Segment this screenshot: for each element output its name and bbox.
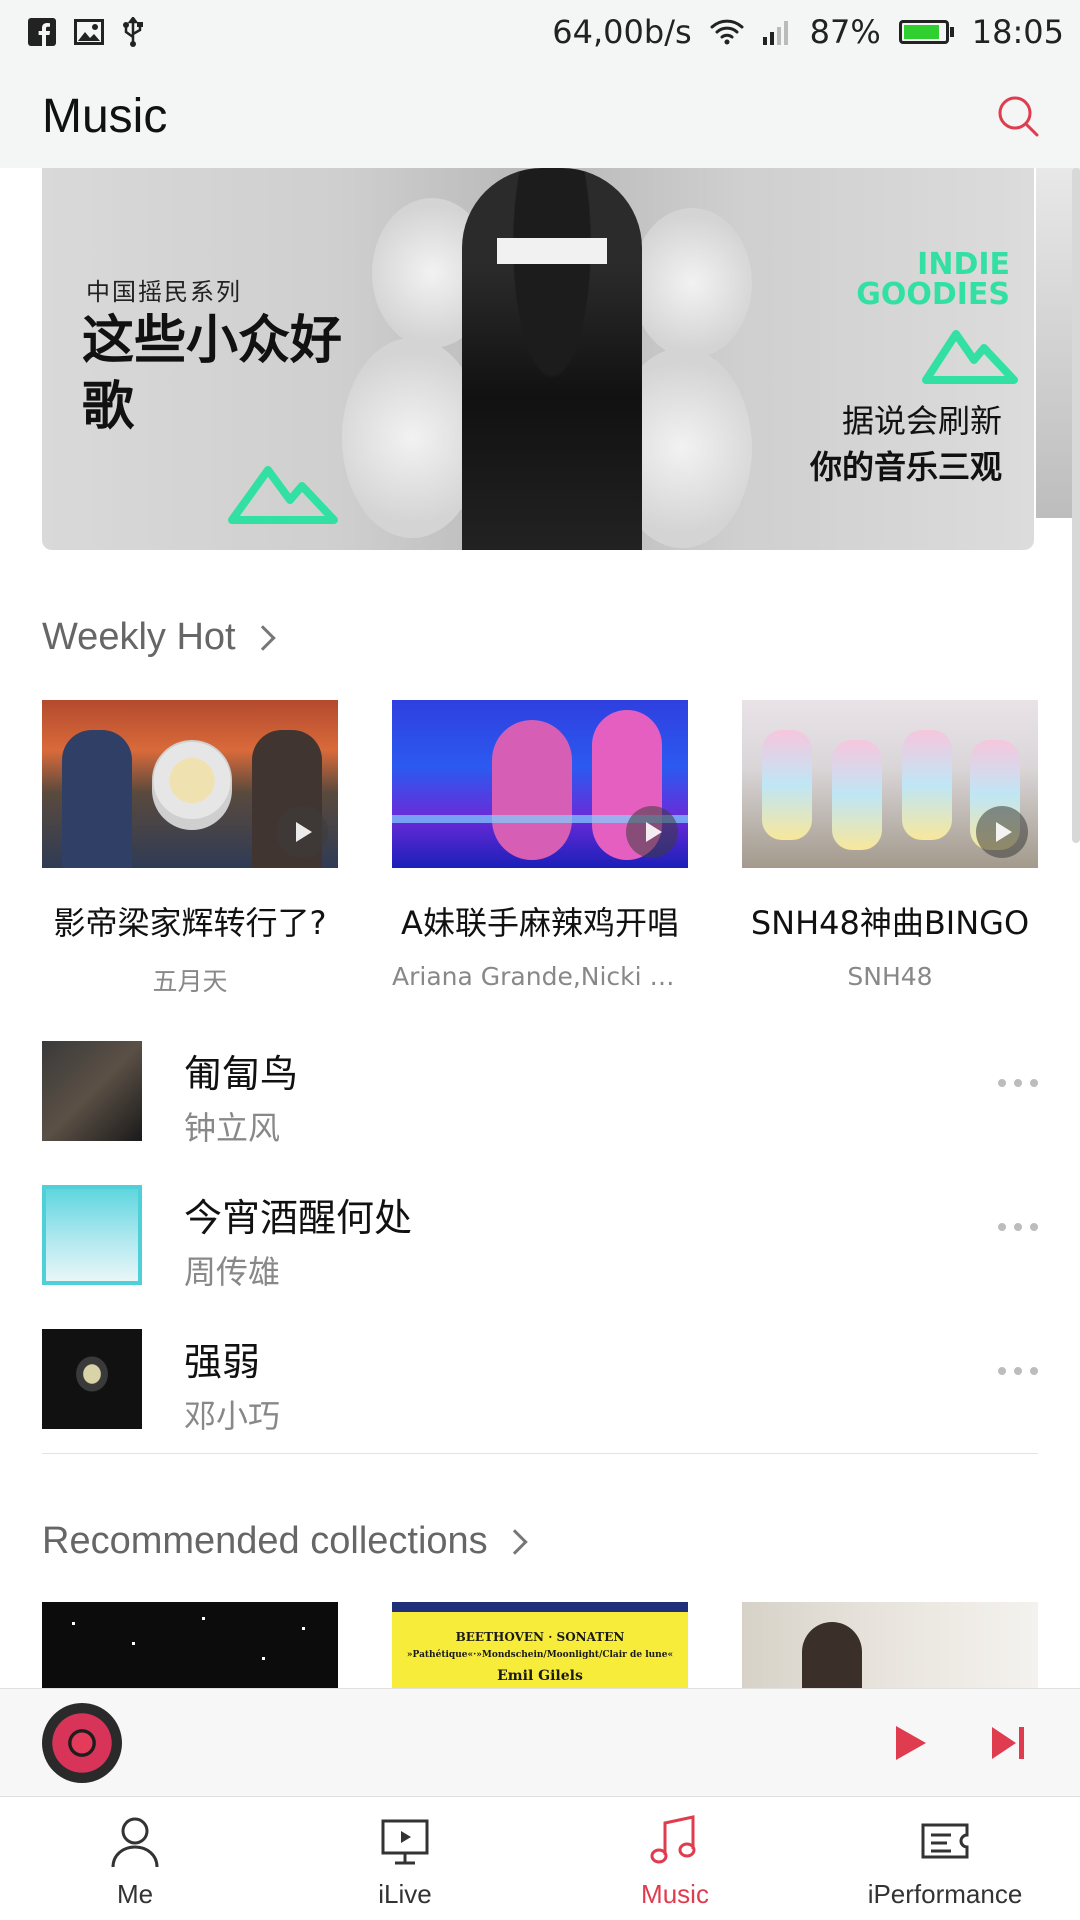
video-card[interactable]: SNH48神曲BINGO SNH48 xyxy=(742,700,1038,991)
status-right: 64,00b/s 87% 18:05 xyxy=(552,13,1064,51)
promo-banner[interactable]: 中国摇民系列 这些小众好歌 INDIE GOODIES 据说会刷新 你的音乐三观 xyxy=(42,168,1034,550)
song-title: 匍匐鸟 xyxy=(184,1052,299,1096)
ticket-icon xyxy=(921,1823,969,1859)
network-speed: 64,00b/s xyxy=(552,13,692,51)
song-row[interactable]: 匍匐鸟 钟立风 xyxy=(42,1041,1038,1147)
weekly-hot-title: Weekly Hot xyxy=(42,616,236,658)
nav-item-iperformance[interactable]: iPerformance xyxy=(810,1797,1080,1920)
album-line-3: Emil Gilels xyxy=(497,1668,583,1684)
song-cover xyxy=(42,1185,142,1285)
song-title: 今宵酒醒何处 xyxy=(184,1196,413,1240)
status-left-icons xyxy=(28,17,144,47)
music-note-icon xyxy=(650,1815,696,1864)
nav-label: Music xyxy=(641,1879,709,1909)
album-line-1: BEETHOVEN · SONATEN xyxy=(455,1630,625,1644)
video-artist: SNH48 xyxy=(847,962,933,991)
video-thumbnail xyxy=(42,700,338,868)
nav-label: Me xyxy=(116,1879,154,1909)
more-options-icon[interactable] xyxy=(998,1223,1038,1231)
page-title: Music xyxy=(42,89,168,143)
status-bar: 64,00b/s 87% 18:05 xyxy=(0,0,1080,64)
battery-fill xyxy=(903,25,939,39)
chevron-right-icon xyxy=(249,624,276,651)
recommended-title: Recommended collections xyxy=(42,1520,488,1562)
battery-icon xyxy=(898,20,954,44)
play-icon xyxy=(276,806,328,858)
song-artist: 周传雄 xyxy=(184,1253,281,1291)
recommended-header[interactable]: Recommended collections xyxy=(42,1520,528,1563)
now-playing-cover[interactable] xyxy=(42,1703,122,1783)
collection-card[interactable]: BEETHOVEN · SONATEN »Pathétique«·»Mondsc… xyxy=(392,1602,688,1688)
image-icon xyxy=(74,19,104,45)
nav-item-ilive[interactable]: iLive xyxy=(270,1797,540,1920)
scrollbar[interactable] xyxy=(1072,168,1080,843)
facebook-icon xyxy=(28,18,56,46)
song-row[interactable]: 今宵酒醒何处 周传雄 xyxy=(42,1185,1038,1291)
nav-item-me[interactable]: Me xyxy=(0,1797,270,1920)
mountain-logo-icon xyxy=(228,466,338,524)
more-options-icon[interactable] xyxy=(998,1079,1038,1087)
brand-mountain-icon xyxy=(922,330,1018,384)
usb-icon xyxy=(122,17,144,47)
song-artist: 钟立风 xyxy=(184,1109,281,1147)
song-title: 强弱 xyxy=(184,1340,261,1384)
tv-icon xyxy=(381,1819,429,1865)
banner-figure-left-2 xyxy=(342,338,482,538)
play-icon[interactable] xyxy=(890,1723,930,1763)
video-artist: Ariana Grande,Nicki Mi… xyxy=(392,962,688,991)
clock: 18:05 xyxy=(971,13,1064,51)
video-thumbnail xyxy=(392,700,688,868)
collection-card[interactable] xyxy=(742,1602,1038,1688)
video-title: SNH48神曲BINGO xyxy=(750,904,1030,942)
banner-kicker: 中国摇民系列 xyxy=(86,278,242,306)
banner-brand: INDIE GOODIES xyxy=(856,247,1010,312)
banner-figure-right-1 xyxy=(632,208,752,358)
video-artist: 五月天 xyxy=(152,967,228,996)
video-thumbnail xyxy=(742,700,1038,868)
video-title: A妹联手麻辣鸡开唱 xyxy=(401,904,679,942)
play-icon xyxy=(976,806,1028,858)
content-scroll-area[interactable]: 中国摇民系列 这些小众好歌 INDIE GOODIES 据说会刷新 你的音乐三观… xyxy=(0,168,1080,1688)
search-icon[interactable] xyxy=(996,94,1040,138)
video-card[interactable]: 影帝梁家辉转行了? 五月天 xyxy=(42,700,338,998)
signal-icon xyxy=(762,19,792,45)
banner-central-figure xyxy=(462,168,642,550)
banner-blindfold xyxy=(497,238,607,264)
song-row[interactable]: 强弱 邓小巧 xyxy=(42,1329,1038,1435)
collection-card[interactable] xyxy=(42,1602,338,1688)
person-icon xyxy=(111,1817,159,1868)
skip-next-icon[interactable] xyxy=(988,1723,1028,1763)
chevron-right-icon xyxy=(501,1528,528,1555)
video-title: 影帝梁家辉转行了? xyxy=(53,904,327,942)
song-artist: 邓小巧 xyxy=(184,1397,281,1435)
more-options-icon[interactable] xyxy=(998,1367,1038,1375)
mini-player[interactable] xyxy=(0,1688,1080,1796)
section-divider xyxy=(42,1453,1038,1454)
play-icon xyxy=(626,806,678,858)
weekly-hot-header[interactable]: Weekly Hot xyxy=(42,616,276,659)
nav-item-music[interactable]: Music xyxy=(540,1797,810,1920)
wifi-icon xyxy=(710,19,744,45)
nav-label: iPerformance xyxy=(867,1879,1023,1909)
bottom-navigation: Me iLive Music iPerformance xyxy=(0,1796,1080,1920)
nav-label: iLive xyxy=(378,1879,432,1909)
video-card[interactable]: A妹联手麻辣鸡开唱 Ariana Grande,Nicki Mi… xyxy=(392,700,688,991)
song-cover xyxy=(42,1329,142,1429)
app-header: Music xyxy=(0,64,1080,168)
banner-headline: 这些小众好歌 xyxy=(82,311,343,437)
song-cover xyxy=(42,1041,142,1141)
banner-subline-1: 据说会刷新 xyxy=(841,402,1002,440)
battery-percent: 87% xyxy=(809,13,881,51)
album-line-2: »Pathétique«·»Mondschein/Moonlight/Clair… xyxy=(406,1650,674,1660)
banner-subline-2: 你的音乐三观 xyxy=(809,448,1002,486)
